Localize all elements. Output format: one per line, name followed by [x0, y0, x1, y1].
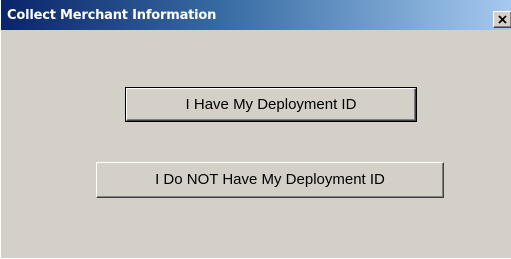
- no-deployment-id-label: I Do NOT Have My Deployment ID: [155, 171, 385, 188]
- close-button[interactable]: [493, 11, 511, 28]
- dialog-window: Collect Merchant Information I Have My D…: [0, 0, 511, 259]
- close-icon: [498, 15, 507, 24]
- have-deployment-id-label: I Have My Deployment ID: [185, 96, 357, 113]
- title-bar[interactable]: Collect Merchant Information: [1, 0, 511, 30]
- have-deployment-id-button[interactable]: I Have My Deployment ID: [125, 87, 417, 122]
- window-title: Collect Merchant Information: [7, 8, 217, 23]
- no-deployment-id-button[interactable]: I Do NOT Have My Deployment ID: [96, 162, 444, 198]
